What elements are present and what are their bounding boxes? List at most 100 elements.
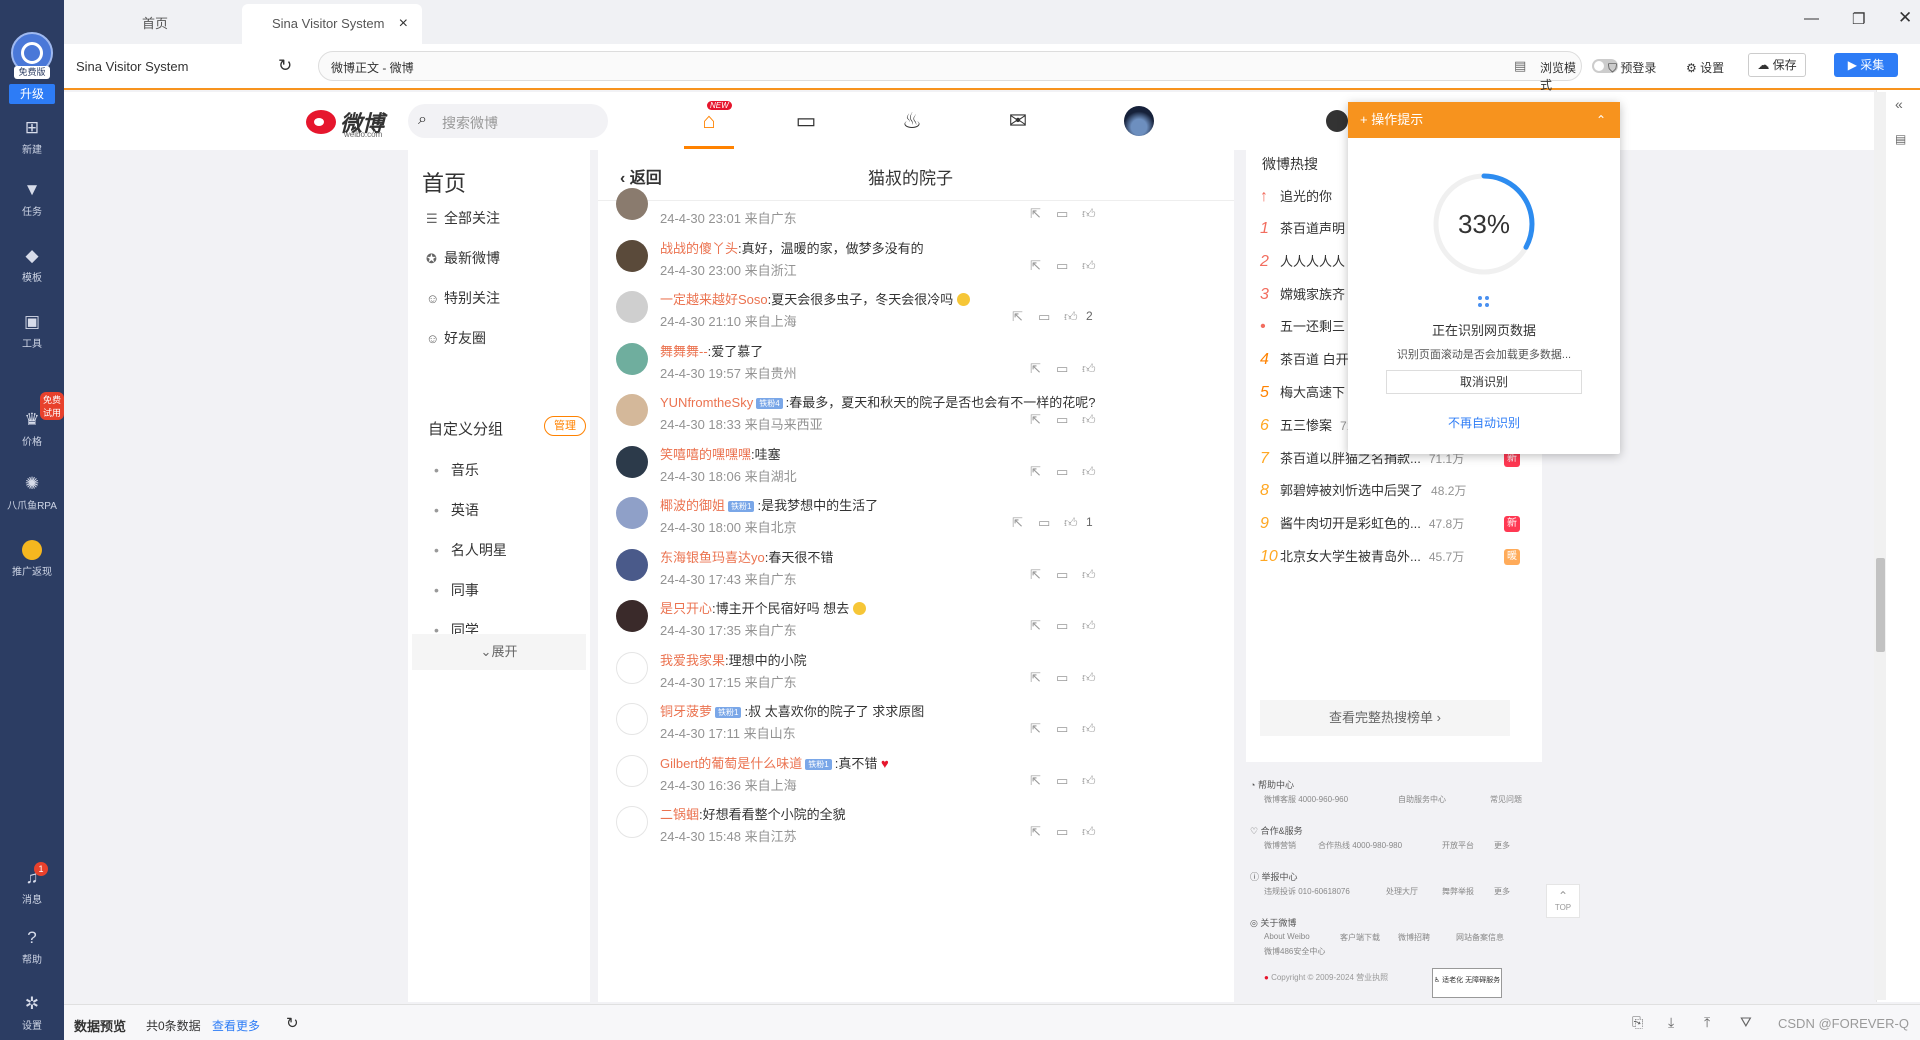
nav-all-follow[interactable]: ☰ 全部关注	[426, 208, 500, 228]
like-icon[interactable]: 👍︎	[1082, 824, 1096, 840]
filter-icon[interactable]: ⛛	[1740, 1014, 1752, 1031]
commenter-avatar[interactable]	[616, 497, 648, 529]
share-icon[interactable]: ⇱	[1030, 361, 1041, 377]
close-tab-icon[interactable]: ×	[399, 4, 408, 44]
commenter-name[interactable]: Gilbert的葡萄是什么味道	[660, 756, 802, 771]
footer-link[interactable]: 微博486安全中心	[1264, 946, 1325, 957]
mail-icon[interactable]: ✉	[1003, 106, 1033, 136]
like-icon[interactable]: 👍︎	[1082, 361, 1096, 377]
like-icon[interactable]: 👍︎	[1082, 464, 1096, 480]
view-full-hot-list[interactable]: 查看完整热搜榜单 ›	[1260, 700, 1510, 736]
panel-list-icon[interactable]: ▤	[1895, 132, 1906, 146]
like-icon[interactable]: 👍︎	[1082, 773, 1096, 789]
footer-link[interactable]: 合作热线 4000-980-980	[1318, 840, 1402, 851]
cancel-recognition-button[interactable]: 取消识别	[1386, 370, 1582, 394]
comment-icon[interactable]: ▭	[1038, 515, 1050, 531]
nav-referral[interactable]: 推广返现	[0, 540, 64, 578]
share-icon[interactable]: ⇱	[1030, 412, 1041, 428]
commenter-name[interactable]: 椰波的御姐	[660, 498, 725, 513]
expand-button[interactable]: ⌄展开	[412, 634, 586, 670]
comment-icon[interactable]: ▭	[1056, 721, 1068, 737]
tab-active[interactable]: Sina Visitor System ×	[242, 4, 422, 44]
download-icon[interactable]: ⤓	[1668, 1014, 1674, 1031]
share-icon[interactable]: ⇱	[1030, 773, 1041, 789]
footer-link[interactable]: 舞弊举报	[1442, 886, 1474, 897]
back-button[interactable]: ‹ 返回	[620, 164, 662, 188]
maximize-icon[interactable]: ❐	[1852, 10, 1865, 28]
commenter-name[interactable]: 战战的傻丫头	[660, 241, 738, 256]
comment-icon[interactable]: ▭	[1056, 670, 1068, 686]
robot-avatar[interactable]	[1326, 110, 1348, 132]
tab-home[interactable]: 首页	[142, 4, 242, 44]
user-avatar[interactable]	[1124, 106, 1154, 136]
share-icon[interactable]: ⇱	[1030, 721, 1041, 737]
weibo-search-input[interactable]: ⌕ 搜索微博	[408, 104, 608, 138]
footer-link[interactable]: 开放平台	[1442, 840, 1474, 851]
nav-tools[interactable]: ▣ 工具	[0, 312, 64, 350]
nav-template[interactable]: ◆ 模板	[0, 246, 64, 284]
nav-special[interactable]: ☺ 特别关注	[426, 288, 500, 308]
comment-icon[interactable]: ▭	[1038, 309, 1050, 325]
comment-icon[interactable]: ▭	[1056, 824, 1068, 840]
upload-icon[interactable]: ⤒	[1704, 1014, 1710, 1031]
no-auto-recognize-link[interactable]: 不再自动识别	[1348, 414, 1620, 431]
group-item[interactable]: 音乐	[434, 460, 479, 480]
nav-settings[interactable]: ✲ 设置	[0, 994, 64, 1032]
comment-icon[interactable]: ▭	[1056, 773, 1068, 789]
scrollbar-thumb[interactable]	[1876, 558, 1885, 652]
commenter-name[interactable]: YUNfromtheSky	[660, 395, 753, 410]
like-icon[interactable]: 👍︎	[1082, 721, 1096, 737]
share-icon[interactable]: ⇱	[1030, 670, 1041, 686]
collapse-up-icon[interactable]: ⌃	[1596, 102, 1606, 138]
footer-link[interactable]: 违规投诉 010-60618076	[1264, 886, 1350, 897]
share-icon[interactable]: ⇱	[1030, 206, 1041, 222]
commenter-name[interactable]: 笑嘻嘻的嘿嘿嘿	[660, 447, 751, 462]
upgrade-button[interactable]: 升级	[9, 84, 55, 104]
hot-item[interactable]: 9 酱牛肉切开是彩虹色的... 47.8万 新	[1260, 513, 1522, 537]
commenter-avatar[interactable]	[616, 600, 648, 632]
commenter-name[interactable]: 是只开心	[660, 601, 712, 616]
nav-messages[interactable]: ♫ 消息	[0, 868, 64, 906]
commenter-name[interactable]: 铜牙菠萝	[660, 704, 712, 719]
commenter-avatar[interactable]	[616, 703, 648, 735]
nav-latest[interactable]: ✪ 最新微博	[426, 248, 500, 268]
minimize-icon[interactable]: —	[1804, 10, 1819, 27]
commenter-name[interactable]: 东海银鱼玛喜达yo	[660, 550, 765, 565]
share-icon[interactable]: ⇱	[1030, 567, 1041, 583]
nav-help[interactable]: ? 帮助	[0, 928, 64, 966]
nav-friends[interactable]: ☺ 好友圈	[426, 328, 486, 348]
export-icon[interactable]: ⎘	[1632, 1014, 1643, 1031]
commenter-avatar[interactable]	[616, 651, 648, 684]
like-icon[interactable]: 👍︎	[1082, 258, 1096, 274]
footer-link[interactable]: 客户端下载	[1340, 932, 1380, 943]
collapse-panel-icon[interactable]: «	[1895, 96, 1903, 112]
accessibility-badge[interactable]: ♿ 适老化 无障碍服务	[1432, 968, 1502, 998]
commenter-avatar[interactable]	[616, 548, 648, 581]
settings-button[interactable]: ⚙ 设置	[1686, 59, 1724, 76]
page-info-icon[interactable]: ▤	[1514, 58, 1526, 74]
commenter-avatar[interactable]	[616, 806, 648, 838]
commenter-avatar[interactable]	[616, 394, 648, 426]
footer-link[interactable]: 自助服务中心	[1398, 794, 1446, 805]
share-icon[interactable]: ⇱	[1030, 258, 1041, 274]
footer-link[interactable]: 更多	[1494, 840, 1510, 851]
share-icon[interactable]: ⇱	[1012, 309, 1023, 325]
video-icon[interactable]: ▭	[791, 106, 821, 136]
like-icon[interactable]: 👍︎	[1082, 206, 1096, 222]
commenter-name[interactable]: 舞舞舞--	[660, 344, 708, 359]
hot-item[interactable]: 10 北京女大学生被青岛外... 45.7万 暖	[1260, 546, 1522, 570]
like-icon[interactable]: 👍︎	[1064, 309, 1078, 325]
pre-login-button[interactable]: ⛉ 预登录	[1608, 59, 1656, 76]
back-to-top-button[interactable]: ⌃ TOP	[1546, 884, 1580, 918]
collect-button[interactable]: ▶ 采集	[1834, 53, 1898, 77]
hot-item[interactable]: 8 郭碧婷被刘忻选中后哭了 48.2万	[1260, 480, 1522, 504]
comment-icon[interactable]: ▭	[1056, 206, 1068, 222]
like-icon[interactable]: 👍︎	[1082, 567, 1096, 583]
save-button[interactable]: ☁ 保存	[1748, 53, 1806, 77]
comment-icon[interactable]: ▭	[1056, 464, 1068, 480]
commenter-avatar[interactable]	[616, 445, 648, 478]
commenter-avatar[interactable]	[616, 291, 648, 323]
share-icon[interactable]: ⇱	[1012, 515, 1023, 531]
like-icon[interactable]: 👍︎	[1082, 670, 1096, 686]
commenter-name[interactable]: 一定越来越好Soso	[660, 292, 768, 307]
